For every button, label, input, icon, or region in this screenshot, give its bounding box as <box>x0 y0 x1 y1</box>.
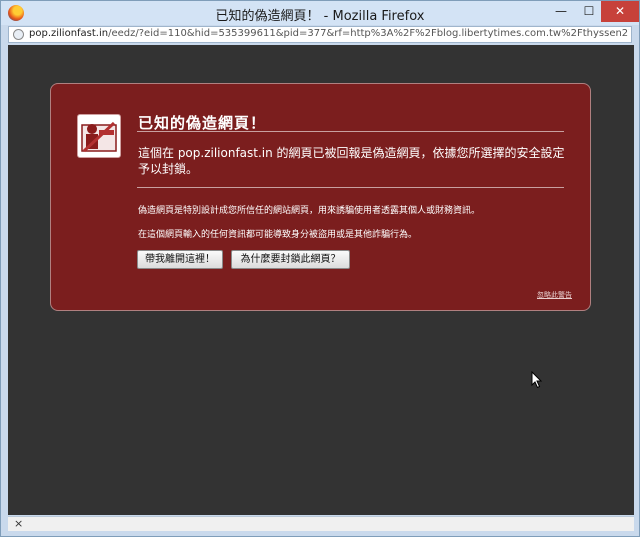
heading-divider <box>137 131 564 132</box>
status-close-icon[interactable]: × <box>14 517 23 530</box>
warning-subheading: 這個在 pop.zilionfast.in 的網頁已被回報是偽造網頁，依據您所選… <box>138 146 565 176</box>
minimize-button[interactable]: — <box>547 1 575 22</box>
url-text[interactable]: pop.zilionfast.in/eedz/?eid=110&hid=5353… <box>29 28 629 39</box>
status-bar: × <box>8 516 634 531</box>
title-bar[interactable]: 已知的偽造網頁！ - Mozilla Firefox — ☐ ✕ <box>1 1 639 25</box>
body-divider <box>137 187 564 188</box>
mouse-cursor-icon <box>531 371 543 389</box>
warning-heading: 已知的偽造網頁！ <box>138 114 267 132</box>
address-bar[interactable]: pop.zilionfast.in/eedz/?eid=110&hid=5353… <box>8 26 632 43</box>
browser-window: 已知的偽造網頁！ - Mozilla Firefox — ☐ ✕ pop.zil… <box>0 0 640 537</box>
phishing-warning-panel: 已知的偽造網頁！ 這個在 pop.zilionfast.in 的網頁已被回報是偽… <box>50 83 591 311</box>
get-me-out-button[interactable]: 帶我離開這裡！ <box>137 250 223 269</box>
warning-paragraph-2: 在這個網頁輸入的任何資訊都可能導致身分被盜用或是其他詐騙行為。 <box>138 230 418 240</box>
phishing-shield-icon <box>77 114 121 158</box>
window-title: 已知的偽造網頁！ - Mozilla Firefox <box>215 9 425 24</box>
why-blocked-button[interactable]: 為什麼要封鎖此網頁？ <box>231 250 350 269</box>
maximize-button[interactable]: ☐ <box>575 1 603 22</box>
close-button[interactable]: ✕ <box>601 1 639 22</box>
globe-icon <box>13 29 24 40</box>
warning-paragraph-1: 偽造網頁是特別設計成您所信任的網站網頁，用來誘騙使用者透露其個人或財務資訊。 <box>138 206 481 216</box>
url-host: pop.zilionfast.in <box>29 28 109 39</box>
page-content: 已知的偽造網頁！ 這個在 pop.zilionfast.in 的網頁已被回報是偽… <box>8 45 634 515</box>
ignore-warning-link[interactable]: 忽略此警告 <box>537 290 572 300</box>
url-path: /eedz/?eid=110&hid=535399611&pid=377&rf=… <box>108 28 629 39</box>
